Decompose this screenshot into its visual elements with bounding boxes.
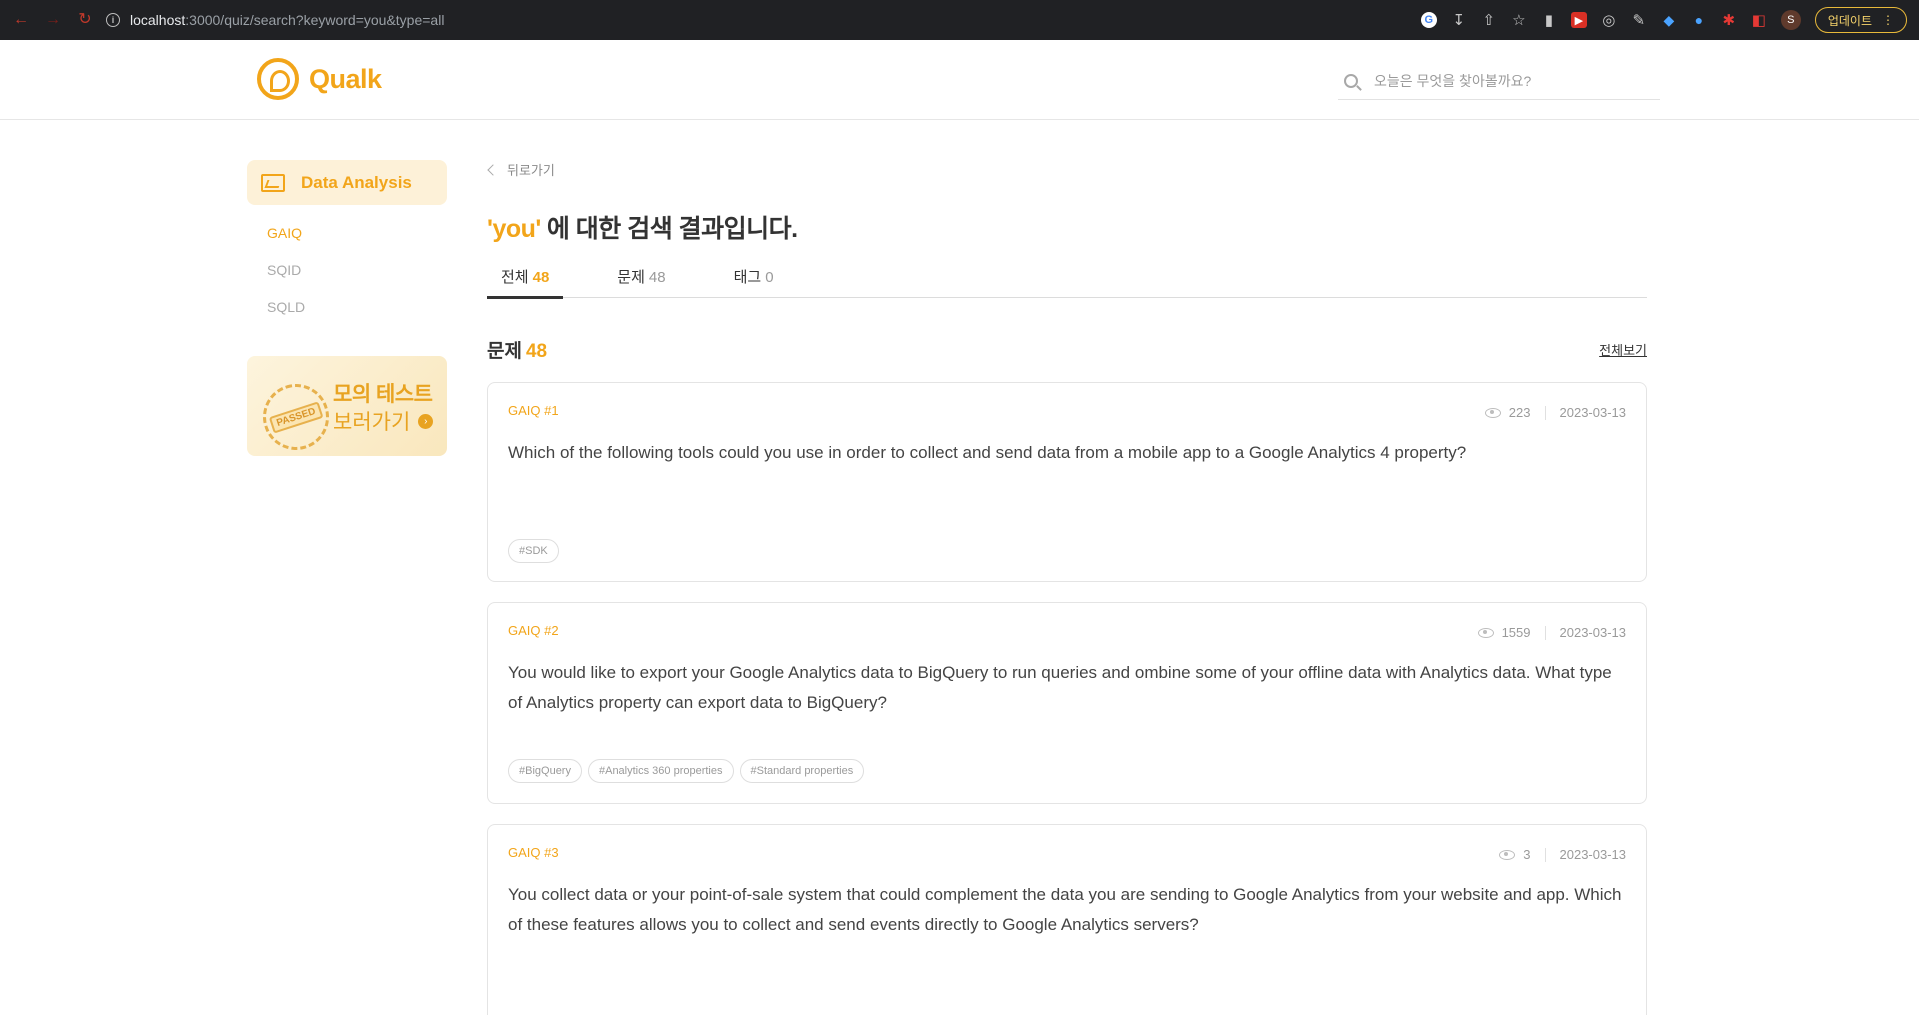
pen-icon[interactable]: ✎ [1631, 12, 1647, 29]
tab-all-count: 48 [532, 269, 550, 286]
tab-all[interactable]: 전체 48 [487, 267, 564, 299]
meta-divider [1544, 405, 1546, 420]
question-meta: 1559 2023-03-13 [1477, 625, 1627, 640]
seal-text: PASSED [268, 400, 324, 434]
mock-test-banner[interactable]: PASSED 모의 테스트 보러가기 › [247, 356, 447, 456]
update-button[interactable]: 업데이트 ⋮ [1814, 7, 1907, 33]
view-count: 1559 [1501, 625, 1531, 640]
forward-arrow-icon[interactable]: → [44, 11, 62, 29]
eye-icon [1484, 407, 1501, 418]
view-all-link[interactable]: 전체보기 [1599, 340, 1647, 359]
back-label: 뒤로가기 [507, 163, 555, 178]
chevron-left-icon [487, 163, 499, 176]
page-title: 'you' 에 대한 검색 결과입니다. [487, 209, 1647, 245]
profile-avatar[interactable]: S [1780, 10, 1801, 30]
share-icon[interactable]: ⇧ [1481, 12, 1497, 29]
main-content: 뒤로가기 'you' 에 대한 검색 결과입니다. 전체 48 문제 48 태그 0 문… [487, 160, 1647, 1015]
question-meta: 3 2023-03-13 [1499, 847, 1626, 862]
question-card[interactable]: GAIQ #3 3 2023-03-13 You collect data or… [487, 824, 1647, 1015]
tab-all-label: 전체 [501, 269, 529, 286]
question-date: 2023-03-13 [1559, 847, 1627, 862]
tab-questions[interactable]: 문제 48 [603, 267, 679, 298]
question-card[interactable]: GAIQ #2 1559 2023-03-13 You would like t… [487, 602, 1647, 804]
view-count: 3 [1523, 847, 1531, 862]
question-text: You collect data or your point-of-sale s… [508, 885, 1622, 934]
sidepanel-icon[interactable]: ◧ [1751, 12, 1767, 29]
browser-nav: ← → ↻ [0, 11, 102, 29]
search-input[interactable] [1374, 72, 1634, 89]
back-arrow-icon[interactable]: ← [12, 11, 30, 29]
heading-suffix: 에 대한 검색 결과입니다. [546, 215, 798, 243]
logo-text: Qualk [309, 63, 382, 94]
chart-monitor-icon [261, 173, 285, 192]
extensions-area: G ↧ ⇧ ☆ ▮ ▶ ◎ ✎ ◆ ● ✱ ◧ S 업데이트 ⋮ [1420, 0, 1907, 40]
drop-icon[interactable]: ● [1691, 12, 1707, 28]
result-tabs: 전체 48 문제 48 태그 0 [487, 267, 1647, 299]
arrow-right-icon: › [418, 413, 434, 429]
site-header: Qualk [0, 40, 1919, 120]
section-title-label: 문제 [487, 340, 522, 362]
category-title: Data Analysis [301, 172, 412, 192]
download-icon[interactable]: ↧ [1451, 12, 1467, 29]
meta-divider [1544, 847, 1546, 862]
tag-chip[interactable]: #Standard properties [739, 759, 865, 783]
sidebar: Data Analysis GAIQ SQID SQLD PASSED 모의 테… [247, 160, 447, 456]
tab-questions-count: 48 [648, 269, 666, 286]
search-keyword: 'you' [487, 215, 541, 243]
tag-list: #BigQuery #Analytics 360 properties #Sta… [508, 759, 865, 783]
category-card[interactable]: Data Analysis [247, 160, 447, 205]
passed-seal-icon: PASSED [254, 375, 338, 456]
site-info-icon[interactable]: i [106, 13, 120, 27]
diamond-icon[interactable]: ◆ [1661, 12, 1677, 28]
question-number: GAIQ #1 [508, 403, 559, 418]
section-header: 문제 48 전체보기 [487, 336, 1647, 363]
tag-chip[interactable]: #BigQuery [508, 759, 582, 783]
logo[interactable]: Qualk [257, 58, 382, 100]
sidebar-item-gaiq[interactable]: GAIQ [267, 223, 447, 260]
question-card[interactable]: GAIQ #1 223 2023-03-13 Which of the foll… [487, 382, 1647, 582]
category-list: GAIQ SQID SQLD [247, 223, 447, 334]
question-text: You would like to export your Google Ana… [508, 663, 1612, 712]
globe-icon[interactable]: ◎ [1601, 12, 1617, 29]
logo-mark-icon [257, 58, 299, 100]
question-date: 2023-03-13 [1559, 405, 1627, 420]
back-link[interactable]: 뒤로가기 [487, 160, 1647, 179]
tab-questions-label: 문제 [617, 269, 645, 286]
question-meta: 223 2023-03-13 [1484, 405, 1627, 420]
eye-icon [1477, 627, 1494, 638]
tab-tags-count: 0 [765, 269, 774, 286]
tag-chip[interactable]: #Analytics 360 properties [587, 759, 734, 783]
eye-icon [1499, 849, 1516, 860]
kebab-menu-icon: ⋮ [1882, 13, 1894, 27]
tab-tags[interactable]: 태그 0 [720, 267, 788, 298]
update-label: 업데이트 [1827, 13, 1872, 28]
tab-tags-label: 태그 [733, 269, 762, 286]
puzzle-icon[interactable]: ✱ [1721, 12, 1737, 29]
extension-i-icon[interactable]: ▮ [1541, 12, 1557, 29]
question-text: Which of the following tools could you u… [508, 443, 1467, 462]
browser-toolbar: ← → ↻ i localhost:3000/quiz/search?keywo… [0, 0, 1919, 40]
extension-red-icon[interactable]: ▶ [1570, 12, 1587, 28]
section-title: 문제 48 [487, 336, 547, 363]
bookmark-star-icon[interactable]: ☆ [1511, 12, 1527, 29]
search-box [1338, 62, 1660, 100]
promo-subtitle: 보러가기 [333, 411, 411, 434]
sidebar-item-sqld[interactable]: SQLD [267, 297, 447, 334]
section-count: 48 [525, 340, 548, 362]
tag-list: #SDK [508, 539, 559, 563]
question-date: 2023-03-13 [1559, 625, 1627, 640]
url-text[interactable]: localhost:3000/quiz/search?keyword=you&t… [130, 12, 444, 28]
address-bar[interactable]: i localhost:3000/quiz/search?keyword=you… [106, 6, 1406, 34]
promo-title: 모의 테스트 [333, 383, 433, 406]
question-number: GAIQ #3 [508, 845, 559, 860]
google-icon[interactable]: G [1420, 12, 1437, 28]
sidebar-item-sqid[interactable]: SQID [267, 260, 447, 297]
tag-chip[interactable]: #SDK [508, 539, 559, 563]
question-number: GAIQ #2 [508, 623, 559, 638]
promo-subtitle-row: 보러가기 › [333, 406, 434, 436]
meta-divider [1544, 625, 1546, 640]
reload-icon[interactable]: ↻ [76, 11, 94, 29]
view-count: 223 [1508, 405, 1531, 420]
search-icon[interactable] [1344, 73, 1358, 88]
